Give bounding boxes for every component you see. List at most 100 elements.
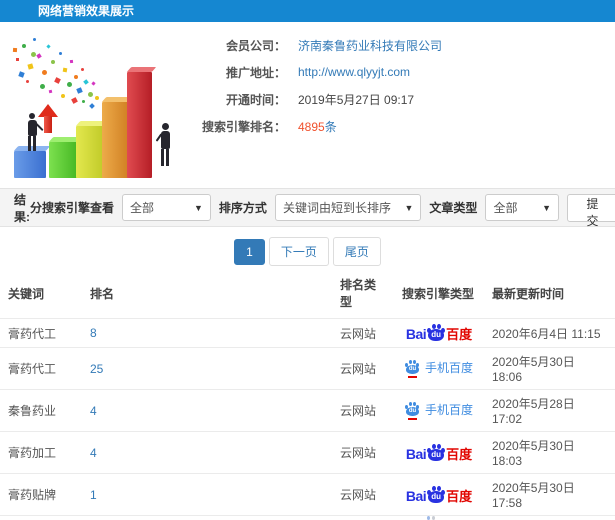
keyword-ranking-table: 关键词 排名 排名类型 搜索引擎类型 最新更新时间 膏药代工 8 云网站 Bai du … bbox=[0, 268, 615, 520]
page-title: 网络营销效果展示 bbox=[38, 4, 135, 18]
update-time-cell: 2020年6月4日 11:15 bbox=[484, 318, 615, 348]
baidu-bai-text: Bai bbox=[405, 487, 427, 504]
results-label: 结果: bbox=[14, 192, 30, 224]
submit-button[interactable]: 提交 bbox=[567, 193, 615, 228]
keyword-cell: 口罩贴牌 bbox=[0, 515, 82, 520]
rank-type-cell: 云网站 bbox=[332, 318, 394, 348]
baidu-bai-text: Bai bbox=[405, 445, 427, 462]
sort-value: 关键词由短到长排序 bbox=[282, 201, 391, 215]
bar-green bbox=[49, 142, 77, 178]
update-time-cell: 2020年5月30日 17:58 bbox=[484, 473, 615, 516]
rank-link[interactable]: 29 bbox=[82, 515, 332, 520]
field-value[interactable]: 济南秦鲁药业科技有限公司 bbox=[298, 37, 442, 54]
baidu-cn-text: 百度 bbox=[446, 446, 473, 462]
engine-cell: Bai du 百度 bbox=[394, 431, 484, 474]
rank-link[interactable]: 4 bbox=[82, 431, 332, 474]
mobile-baidu-paw-icon: du bbox=[404, 402, 420, 420]
baidu-cn-text: 百度 bbox=[446, 327, 473, 342]
update-time-cell: 2020年5月30日 18:06 bbox=[484, 347, 615, 390]
rank-link[interactable]: 25 bbox=[82, 347, 332, 390]
rank-link[interactable]: 4 bbox=[82, 389, 332, 432]
engine-view-value: 全部 bbox=[130, 201, 155, 215]
engine-cell: Bai du 百度 bbox=[394, 473, 484, 516]
table-row: 口罩贴牌 29 云网站 du 手机百度 2020年5月28日 16:55 bbox=[0, 515, 615, 520]
next-row-partial bbox=[427, 516, 436, 520]
chevron-down-icon: ▼ bbox=[542, 202, 551, 213]
keyword-cell: 膏药代工 bbox=[0, 347, 82, 390]
page-1-button[interactable]: 1 bbox=[234, 239, 265, 265]
sort-select[interactable]: 关键词由短到长排序 ▼ bbox=[274, 194, 422, 221]
keyword-cell: 膏药代工 bbox=[0, 318, 82, 348]
engine-view-select[interactable]: 全部 ▼ bbox=[122, 194, 211, 221]
update-time-cell: 2020年5月30日 18:03 bbox=[484, 431, 615, 474]
keyword-cell: 秦鲁药业 bbox=[0, 389, 82, 432]
bar-blue bbox=[14, 151, 46, 178]
table-row: 膏药代工 8 云网站 Bai du 百度 2020年6月4日 11:15 bbox=[0, 318, 615, 348]
person-left-figure bbox=[23, 113, 44, 151]
field-value: 4895条 bbox=[298, 119, 337, 134]
table-row: 秦鲁药业 4 云网站 du 手机百度 2020年5月28日 17:02 bbox=[0, 389, 615, 432]
field-label: 推广地址： bbox=[225, 65, 286, 80]
column-header: 搜索引擎类型 bbox=[402, 286, 475, 301]
baidu-du-text: du bbox=[428, 329, 445, 341]
baidu-cn-text: 百度 bbox=[446, 488, 473, 504]
baidu-paw-icon: du bbox=[427, 443, 446, 461]
column-header: 排名 bbox=[90, 286, 115, 301]
title-bar: 网络营销效果展示 bbox=[0, 0, 615, 22]
field-value: 2019年5月27日 09:17 bbox=[298, 92, 415, 107]
chevron-down-icon: ▼ bbox=[194, 202, 203, 213]
article-type-select[interactable]: 全部 ▼ bbox=[485, 194, 559, 221]
mobile-baidu-logo: du 手机百度 bbox=[404, 401, 473, 420]
rank-type-cell: 云网站 bbox=[332, 389, 394, 432]
marketing-growth-illustration bbox=[6, 30, 184, 182]
mobile-baidu-label: 手机百度 bbox=[424, 361, 473, 375]
rank-link[interactable]: 8 bbox=[82, 318, 332, 348]
profile-field: 开通时间： 2019年5月27日 09:17 bbox=[182, 86, 607, 112]
chevron-down-icon: ▼ bbox=[404, 202, 414, 213]
column-header: 最新更新时间 bbox=[492, 286, 565, 301]
mobile-baidu-label: 手机百度 bbox=[424, 403, 473, 417]
engine-cell: du 手机百度 bbox=[394, 347, 484, 390]
article-type-value: 全部 bbox=[493, 201, 518, 215]
mobile-baidu-du-text: du bbox=[405, 365, 419, 374]
keyword-cell: 膏药贴牌 bbox=[0, 473, 82, 516]
filter-controls: 分搜索引擎查看 全部 ▼ 排序方式 关键词由短到长排序 ▼ 文章类型 全部 ▼ … bbox=[29, 193, 615, 228]
field-label: 搜索引擎排名： bbox=[201, 119, 286, 134]
member-info-list: 会员公司： 济南秦鲁药业科技有限公司 推广地址： http://www.qlyy… bbox=[182, 32, 607, 140]
field-value[interactable]: http://www.qlyyjt.com bbox=[298, 65, 410, 79]
person-right-figure bbox=[155, 123, 174, 166]
bar-red bbox=[127, 72, 152, 178]
pagination: 1 下一页 尾页 bbox=[0, 237, 615, 266]
rank-type-cell: 云网站 bbox=[332, 515, 394, 520]
table-row: 膏药代工 25 云网站 du 手机百度 2020年5月30日 18:06 bbox=[0, 347, 615, 390]
mobile-baidu-paw-icon: du bbox=[404, 360, 420, 378]
rank-type-cell: 云网站 bbox=[332, 473, 394, 516]
rank-link[interactable]: 1 bbox=[82, 473, 332, 516]
bar-yellow bbox=[76, 126, 104, 178]
baidu-bai-text: Bai bbox=[405, 326, 427, 342]
engine-cell: du 手机百度 bbox=[394, 515, 484, 520]
baidu-logo: Bai du 百度 bbox=[405, 485, 473, 504]
profile-field: 推广地址： http://www.qlyyjt.com bbox=[182, 59, 607, 85]
baidu-paw-icon: du bbox=[427, 485, 446, 503]
baidu-du-text: du bbox=[428, 448, 445, 461]
baidu-paw-icon: du bbox=[427, 324, 446, 341]
table-row: 膏药贴牌 1 云网站 Bai du 百度 2020年5月30日 17:58 bbox=[0, 473, 615, 516]
mobile-baidu-du-text: du bbox=[405, 407, 419, 416]
last-page-button[interactable]: 尾页 bbox=[332, 237, 381, 266]
profile-section: 会员公司： 济南秦鲁药业科技有限公司 推广地址： http://www.qlyy… bbox=[0, 22, 615, 188]
baidu-logo: Bai du 百度 bbox=[406, 324, 472, 341]
update-time-cell: 2020年5月28日 16:55 bbox=[484, 515, 615, 520]
field-label: 开通时间： bbox=[225, 92, 286, 107]
baidu-logo: Bai du 百度 bbox=[405, 443, 473, 462]
next-page-button[interactable]: 下一页 bbox=[268, 237, 329, 266]
profile-field: 搜索引擎排名： 4895条 bbox=[182, 113, 607, 139]
engine-view-label: 分搜索引擎查看 bbox=[29, 201, 114, 215]
engine-cell: Bai du 百度 bbox=[394, 318, 484, 348]
article-type-label: 文章类型 bbox=[429, 201, 478, 215]
rank-type-cell: 云网站 bbox=[332, 431, 394, 474]
column-header: 关键词 bbox=[8, 286, 45, 301]
profile-field: 会员公司： 济南秦鲁药业科技有限公司 bbox=[182, 32, 607, 58]
sort-label: 排序方式 bbox=[218, 201, 267, 215]
field-label: 会员公司： bbox=[225, 38, 286, 53]
